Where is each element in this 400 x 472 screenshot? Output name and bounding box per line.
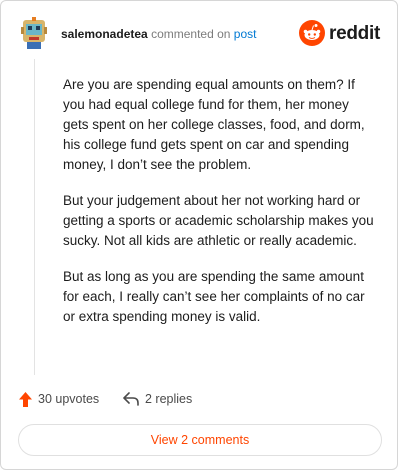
view-comments-button[interactable]: View 2 comments [18, 424, 382, 456]
comment-body: Are you are spending equal amounts on th… [63, 75, 377, 343]
action-text: commented on [151, 27, 231, 41]
username[interactable]: salemonadetea [61, 27, 148, 41]
upvote-arrow-icon [19, 391, 32, 407]
comment-paragraph-3: But as long as you are spending the same… [63, 269, 365, 324]
comment-paragraph-2: But your judgement about her not working… [63, 193, 374, 248]
reddit-wordmark: reddit [329, 23, 380, 44]
reddit-logo-icon [299, 20, 325, 46]
thread-line [34, 59, 35, 375]
comment-actions: 30 upvotes 2 replies [19, 389, 381, 409]
avatar[interactable] [19, 17, 49, 51]
upvote-count: 30 upvotes [38, 392, 100, 406]
comment-header: salemonadetea commented on post reddit [19, 17, 381, 53]
post-link[interactable]: post [234, 27, 257, 41]
comment-meta: salemonadetea commented on post [61, 27, 256, 41]
comment-paragraph-1: Are you are spending equal amounts on th… [63, 77, 365, 172]
replies-button[interactable]: 2 replies [123, 389, 192, 409]
comment-card: salemonadetea commented on post reddit A… [0, 0, 398, 470]
reddit-brand[interactable]: reddit [299, 20, 381, 48]
reply-count: 2 replies [145, 392, 193, 406]
reply-arrow-icon [123, 392, 139, 406]
upvote-button[interactable]: 30 upvotes [19, 389, 99, 409]
